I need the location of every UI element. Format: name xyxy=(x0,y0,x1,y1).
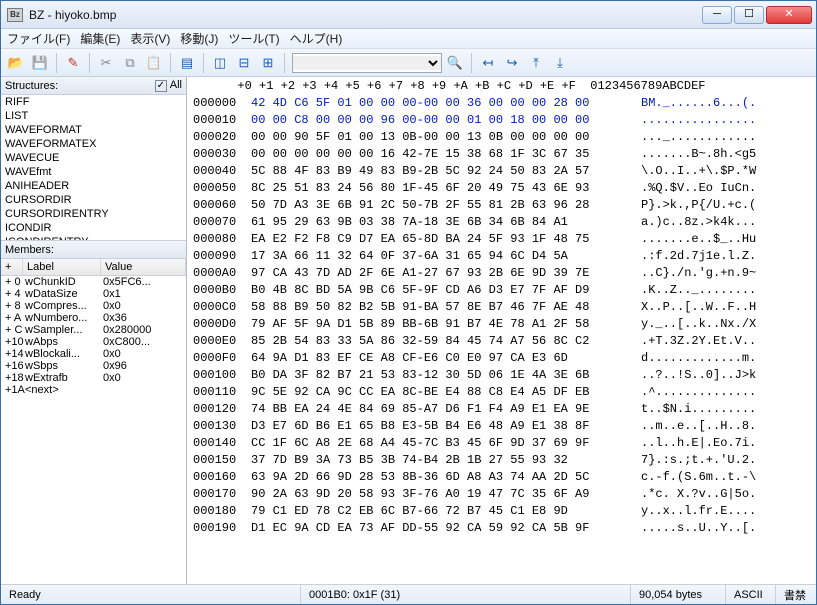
hex-row[interactable]: 00001000 00 C8 00 00 00 96 00-00 00 01 0… xyxy=(187,112,816,129)
member-row[interactable]: + 8wCompres...0x0 xyxy=(1,300,186,312)
hex-column-header: +0 +1 +2 +3 +4 +5 +6 +7 +8 +9 +A +B +C +… xyxy=(187,77,816,95)
structure-item[interactable]: WAVEFORMAT xyxy=(1,123,186,137)
structures-list[interactable]: RIFFLISTWAVEFORMATWAVEFORMATEXWAVECUEWAV… xyxy=(1,95,186,241)
copy-icon[interactable]: ⧉ xyxy=(119,52,141,74)
menu-view[interactable]: 表示(V) xyxy=(130,30,170,47)
save-icon[interactable]: 💾 xyxy=(29,52,51,74)
menu-help[interactable]: ヘルプ(H) xyxy=(290,30,343,47)
split-4-icon[interactable]: ⊞ xyxy=(257,52,279,74)
hex-row[interactable]: 0000F064 9A D1 83 EF CE A8 CF-E6 C0 E0 9… xyxy=(187,350,816,367)
search-combo[interactable] xyxy=(292,53,442,73)
hex-row[interactable]: 000130D3 E7 6D B6 E1 65 B8 E3-5B B4 E6 4… xyxy=(187,418,816,435)
app-icon: Bz xyxy=(7,8,23,22)
status-ins: 書禁 xyxy=(776,585,816,604)
window-title: BZ - hiyoko.bmp xyxy=(29,8,702,22)
member-row[interactable]: + CwSampler...0x280000 xyxy=(1,324,186,336)
hex-row[interactable]: 00018079 C1 ED 78 C2 EB 6C B7-66 72 B7 4… xyxy=(187,503,816,520)
jump-top-icon[interactable]: ⤒ xyxy=(525,52,547,74)
status-pos: 0001B0: 0x1F (31) xyxy=(301,585,631,604)
hex-row[interactable]: 00015037 7D B9 3A 73 B5 3B 74-B4 2B 1B 2… xyxy=(187,452,816,469)
structure-item[interactable]: WAVECUE xyxy=(1,151,186,165)
find-icon[interactable]: 🔍 xyxy=(444,52,466,74)
hex-row[interactable]: 0000E085 2B 54 83 33 5A 86 32-59 84 45 7… xyxy=(187,333,816,350)
find-prev-icon[interactable]: ↤ xyxy=(477,52,499,74)
structures-header: Structures: ✓All xyxy=(1,77,186,95)
status-bar: Ready 0001B0: 0x1F (31) 90,054 bytes ASC… xyxy=(1,584,816,604)
status-ready: Ready xyxy=(1,585,301,604)
structure-item[interactable]: CURSORDIR xyxy=(1,193,186,207)
menubar: ファイル(F) 編集(E) 表示(V) 移動(J) ツール(T) ヘルプ(H) xyxy=(1,29,816,49)
hex-row[interactable]: 0000D079 AF 5F 9A D1 5B 89 BB-6B 91 B7 4… xyxy=(187,316,816,333)
hex-row[interactable]: 0000A097 CA 43 7D AD 2F 6E A1-27 67 93 2… xyxy=(187,265,816,282)
hex-row[interactable]: 00009017 3A 66 11 32 64 0F 37-6A 31 65 9… xyxy=(187,248,816,265)
hex-row[interactable]: 00002000 00 90 5F 01 00 13 0B-00 00 13 0… xyxy=(187,129,816,146)
hex-row[interactable]: 00000042 4D C6 5F 01 00 00 00-00 00 36 0… xyxy=(187,95,816,112)
member-row[interactable]: +14wBlockali...0x0 xyxy=(1,348,186,360)
structure-item[interactable]: ANIHEADER xyxy=(1,179,186,193)
minimize-button[interactable]: ─ xyxy=(702,6,732,24)
hex-row[interactable]: 00003000 00 00 00 00 00 16 42-7E 15 38 6… xyxy=(187,146,816,163)
hex-row[interactable]: 0000508C 25 51 83 24 56 80 1F-45 6F 20 4… xyxy=(187,180,816,197)
hex-body[interactable]: 00000042 4D C6 5F 01 00 00 00-00 00 36 0… xyxy=(187,95,816,584)
structure-item[interactable]: WAVEfmt xyxy=(1,165,186,179)
hex-row[interactable]: 0001109C 5E 92 CA 9C CC EA 8C-BE E4 88 C… xyxy=(187,384,816,401)
close-button[interactable]: ✕ xyxy=(766,6,812,24)
struct-icon[interactable]: ▤ xyxy=(176,52,198,74)
hex-row[interactable]: 00016063 9A 2D 66 9D 28 53 8B-36 6D A8 A… xyxy=(187,469,816,486)
menu-tools[interactable]: ツール(T) xyxy=(228,30,279,47)
members-header: Members: xyxy=(1,241,186,259)
split-vertical-icon[interactable]: ◫ xyxy=(209,52,231,74)
hex-row[interactable]: 000140CC 1F 6C A8 2E 68 A4 45-7C B3 45 6… xyxy=(187,435,816,452)
member-row[interactable]: +10wAbps0xC800... xyxy=(1,336,186,348)
all-checkbox[interactable]: ✓ xyxy=(155,80,167,92)
member-row[interactable]: + 4wDataSize0x1 xyxy=(1,288,186,300)
hex-row[interactable]: 0000C058 88 B9 50 82 B2 5B 91-BA 57 8E B… xyxy=(187,299,816,316)
hex-row[interactable]: 000190D1 EC 9A CD EA 73 AF DD-55 92 CA 5… xyxy=(187,520,816,537)
structure-item[interactable]: CURSORDIRENTRY xyxy=(1,207,186,221)
hex-row[interactable]: 0000405C 88 4F 83 B9 49 83 B9-2B 5C 92 2… xyxy=(187,163,816,180)
member-row[interactable]: + AwNumbero...0x36 xyxy=(1,312,186,324)
hex-row[interactable]: 00006050 7D A3 3E 6B 91 2C 50-7B 2F 55 8… xyxy=(187,197,816,214)
jump-bottom-icon[interactable]: ⤓ xyxy=(549,52,571,74)
open-icon[interactable]: 📂 xyxy=(5,52,27,74)
status-mode[interactable]: ASCII xyxy=(726,585,776,604)
maximize-button[interactable]: ☐ xyxy=(734,6,764,24)
hex-row[interactable]: 000080EA E2 F2 F8 C9 D7 EA 65-8D BA 24 5… xyxy=(187,231,816,248)
member-row[interactable]: + 0wChunkID0x5FC6... xyxy=(1,276,186,288)
member-row[interactable]: +18wExtrafb0x0 xyxy=(1,372,186,384)
members-list[interactable]: + 0wChunkID0x5FC6...+ 4wDataSize0x1+ 8wC… xyxy=(1,276,186,584)
hex-row[interactable]: 00007061 95 29 63 9B 03 38 7A-18 3E 6B 3… xyxy=(187,214,816,231)
status-size: 90,054 bytes xyxy=(631,585,726,604)
toolbar: 📂 💾 ✎ ✂ ⧉ 📋 ▤ ◫ ⊟ ⊞ 🔍 ↤ ↪ ⤒ ⤓ xyxy=(1,49,816,77)
structure-item[interactable]: LIST xyxy=(1,109,186,123)
paste-icon[interactable]: 📋 xyxy=(143,52,165,74)
hex-area: +0 +1 +2 +3 +4 +5 +6 +7 +8 +9 +A +B +C +… xyxy=(187,77,816,584)
menu-edit[interactable]: 編集(E) xyxy=(80,30,120,47)
split-horizontal-icon[interactable]: ⊟ xyxy=(233,52,255,74)
left-panel: Structures: ✓All RIFFLISTWAVEFORMATWAVEF… xyxy=(1,77,187,584)
member-row[interactable]: +16wSbps0x96 xyxy=(1,360,186,372)
hex-row[interactable]: 00012074 BB EA 24 4E 84 69 85-A7 D6 F1 F… xyxy=(187,401,816,418)
hex-row[interactable]: 0000B0B0 4B 8C BD 5A 9B C6 5F-9F CD A6 D… xyxy=(187,282,816,299)
menu-file[interactable]: ファイル(F) xyxy=(7,30,70,47)
hex-row[interactable]: 000100B0 DA 3F 82 B7 21 53 83-12 30 5D 0… xyxy=(187,367,816,384)
hex-row[interactable]: 00017090 2A 63 9D 20 58 93 3F-76 A0 19 4… xyxy=(187,486,816,503)
structure-item[interactable]: WAVEFORMATEX xyxy=(1,137,186,151)
find-next-icon[interactable]: ↪ xyxy=(501,52,523,74)
member-row[interactable]: +1A<next> xyxy=(1,384,186,396)
menu-jump[interactable]: 移動(J) xyxy=(180,30,218,47)
members-columns: + Label Value xyxy=(1,259,186,276)
cut-icon[interactable]: ✂ xyxy=(95,52,117,74)
structure-item[interactable]: RIFF xyxy=(1,95,186,109)
structure-item[interactable]: ICONDIR xyxy=(1,221,186,235)
titlebar: Bz BZ - hiyoko.bmp ─ ☐ ✕ xyxy=(1,1,816,29)
edit-mode-icon[interactable]: ✎ xyxy=(62,52,84,74)
